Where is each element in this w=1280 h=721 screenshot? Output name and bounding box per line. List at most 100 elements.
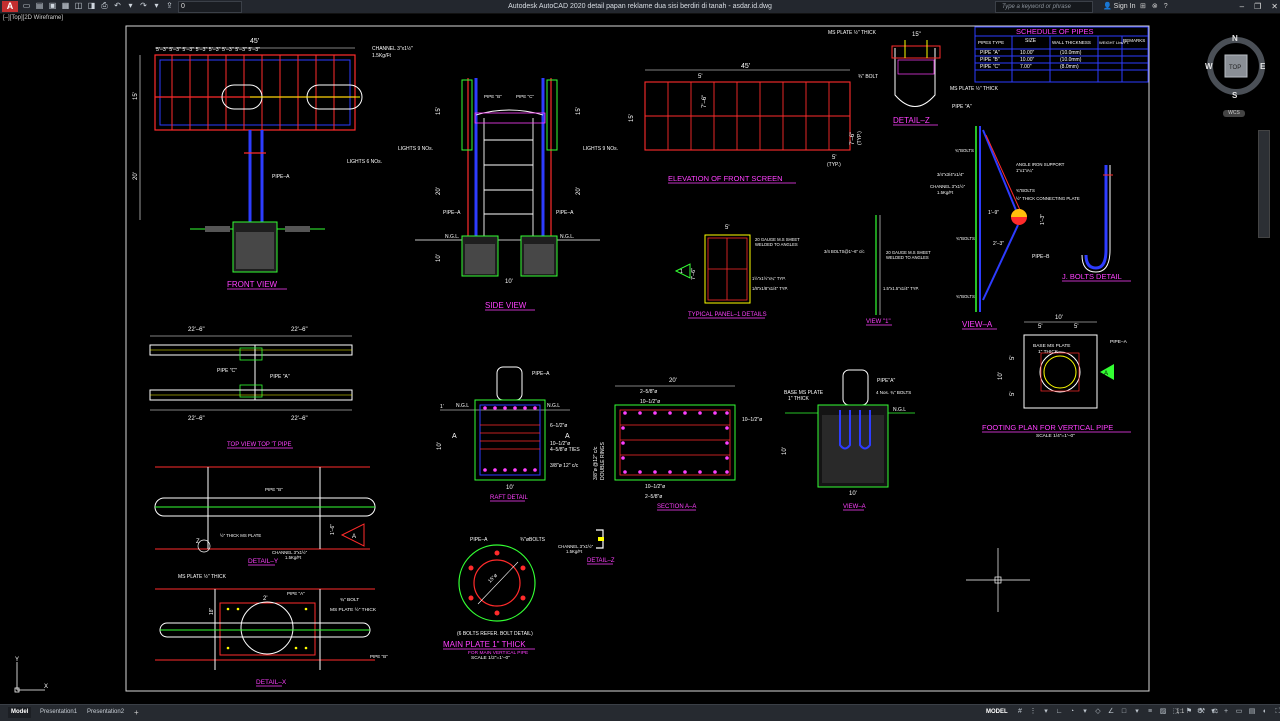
autodesk-store-icon[interactable]: ⊞ bbox=[1140, 0, 1146, 13]
grid-icon[interactable]: # bbox=[1016, 708, 1024, 716]
units-icon[interactable]: ▭ bbox=[1235, 708, 1243, 716]
view-a-title: VIEW–A bbox=[962, 320, 993, 329]
detail-z-pipe: PIPE "A" bbox=[952, 104, 972, 110]
j-bolts-detail: J. BOLTS DETAIL bbox=[1062, 165, 1131, 282]
undo-dropdown-icon[interactable]: ▾ bbox=[126, 1, 135, 10]
section-aa-dim-right: 10–1/2"ø bbox=[742, 417, 762, 423]
tab-model[interactable]: Model bbox=[8, 707, 32, 718]
elevation-dim-top: 45' bbox=[741, 63, 750, 70]
model-space-toggle[interactable]: MODEL bbox=[986, 707, 1008, 718]
footing-dim-sb: 5' bbox=[1010, 392, 1016, 396]
viewcube-north[interactable]: N bbox=[1232, 34, 1238, 43]
quick-properties-icon[interactable]: ▤ bbox=[1248, 708, 1256, 716]
typical-panel-title: TYPICAL PANEL–1 DETAILS bbox=[688, 312, 767, 318]
view-1-note2b: WELDED TO ANGLES bbox=[886, 255, 929, 260]
raft-pipe: PIPE–A bbox=[532, 371, 550, 377]
side-view-title: SIDE VIEW bbox=[485, 301, 527, 310]
section-aa-dim-top2: 2–5/8"ø bbox=[640, 389, 657, 395]
ortho-icon[interactable]: ∟ bbox=[1055, 708, 1063, 716]
annotation-scale-value[interactable]: 1:1 bbox=[1176, 707, 1184, 718]
polar-icon[interactable]: ◔ bbox=[1068, 708, 1076, 716]
schedule-row-3-type: PIPE "C" bbox=[980, 64, 1000, 70]
schedule-row-3-wall: (8.0mm) bbox=[1060, 64, 1079, 70]
lineweight-icon[interactable]: ≡ bbox=[1146, 708, 1154, 716]
clean-screen-icon[interactable]: ⛶ bbox=[1274, 708, 1280, 716]
search-input[interactable]: Type a keyword or phrase bbox=[995, 1, 1093, 13]
view-a-note-4: 3/4"x3/4"x1/4" bbox=[937, 172, 964, 177]
side-view-ngl-right: N.G.L. bbox=[560, 234, 574, 240]
window-controls: – ❐ ✕ bbox=[1240, 0, 1278, 13]
annotation-monitor-icon[interactable]: + bbox=[1222, 708, 1230, 716]
help-icon[interactable]: ? bbox=[1164, 0, 1168, 13]
raft-reinf-1: 6–1/2"ø bbox=[550, 423, 567, 429]
web-open-icon[interactable]: ◫ bbox=[74, 1, 83, 10]
detail-x-pipe: PIPE "A" bbox=[287, 591, 305, 596]
minimize-icon[interactable]: – bbox=[1240, 0, 1244, 13]
layer-dropdown[interactable]: 0 bbox=[178, 1, 242, 13]
add-layout-tab-button[interactable]: + bbox=[134, 707, 139, 718]
front-view-dim-post: 20' bbox=[133, 172, 139, 180]
tab-presentation1[interactable]: Presentation1 bbox=[37, 707, 80, 718]
top-view-t-pipe: 22'–6" 22'–6" PIPE "C" PIPE "A" 22'–6" 2… bbox=[149, 327, 353, 449]
detail-z-title: DETAIL–Z bbox=[893, 116, 930, 125]
top-view-pipe-a: PIPE "A" bbox=[270, 374, 290, 380]
viewcube-east[interactable]: E bbox=[1260, 62, 1266, 71]
footing-dim-sl: 5' bbox=[1010, 356, 1016, 360]
detail-y-plate: ½" THICK MS PLATE bbox=[220, 533, 261, 538]
drawing-canvas[interactable]: 45' 5'–3" 5'–3" 5'–3" 5'–3" 5'–3" 5'–3" … bbox=[0, 14, 1280, 704]
redo-icon[interactable]: ↷ bbox=[139, 1, 148, 10]
tab-presentation2[interactable]: Presentation2 bbox=[84, 707, 127, 718]
object-snap-icon[interactable]: □ bbox=[1120, 708, 1128, 716]
save-icon[interactable]: ▣ bbox=[48, 1, 57, 10]
restore-icon[interactable]: ❐ bbox=[1254, 0, 1261, 13]
view-a-lower: PIPE"A" BASE MS PLATE 1" THICK 4 Nos. ¾"… bbox=[782, 369, 915, 511]
section-aa-side: DOUBLE RINGS bbox=[600, 442, 606, 480]
detail-x-dim-side: 18" bbox=[209, 607, 215, 615]
save-as-icon[interactable]: ▦ bbox=[61, 1, 70, 10]
sign-in-label: Sign In bbox=[1113, 3, 1136, 10]
viewcube-west[interactable]: W bbox=[1205, 62, 1213, 71]
isolate-objects-icon[interactable]: ◐ bbox=[1261, 708, 1269, 716]
view-a-note-2: ANGLE IRON SUPPORT bbox=[1016, 162, 1065, 167]
connect-icon[interactable]: ⊗ bbox=[1152, 0, 1158, 13]
detail-x-pipe-b: PIPE "B" bbox=[370, 654, 388, 659]
close-icon[interactable]: ✕ bbox=[1271, 0, 1278, 13]
front-view-channel-weight: 1.5Kg/Ft bbox=[372, 53, 392, 59]
share-icon[interactable]: ⇪ bbox=[165, 1, 174, 10]
wcs-menu-button[interactable]: WCS bbox=[1223, 110, 1245, 117]
sign-in-button[interactable]: 👤 Sign In bbox=[1103, 0, 1135, 13]
viewcube[interactable]: TOP N S W E bbox=[1205, 32, 1267, 100]
undo-icon[interactable]: ↶ bbox=[113, 1, 122, 10]
side-view-lights-left: LIGHTS 9 NOs. bbox=[398, 146, 433, 152]
typical-panel-marker: 1 bbox=[680, 269, 683, 275]
ucs-x-label: X bbox=[44, 684, 48, 690]
navigation-bar[interactable] bbox=[1258, 130, 1270, 238]
plot-icon[interactable]: ⎙ bbox=[100, 1, 109, 10]
redo-dropdown-icon[interactable]: ▾ bbox=[152, 1, 161, 10]
autocad-logo-icon[interactable]: A bbox=[2, 1, 18, 12]
view-a-note-1: ¾"BOLTS bbox=[955, 148, 974, 153]
web-save-icon[interactable]: ◨ bbox=[87, 1, 96, 10]
side-view-pipe-left: PIPE–A bbox=[443, 210, 461, 216]
viewcube-south[interactable]: S bbox=[1232, 91, 1238, 100]
side-view-dim-base: 10' bbox=[505, 279, 513, 285]
detail-z-lower: CHANNEL 3"x1½" 1.5Kg/Ft DETAIL–Z bbox=[558, 529, 615, 565]
polar-dropdown-icon[interactable]: ▾ bbox=[1081, 708, 1089, 716]
transparency-icon[interactable]: ▨ bbox=[1159, 708, 1167, 716]
title-bar: A ▭ ▤ ▣ ▦ ◫ ◨ ⎙ ↶ ▾ ↷ ▾ ⇪ ☼ ☀ ■ 0 Autode… bbox=[0, 0, 1280, 14]
workspace-dropdown-icon[interactable]: ▾ bbox=[1209, 708, 1217, 716]
object-snap-tracking-icon[interactable]: ∠ bbox=[1107, 708, 1115, 716]
isodraft-icon[interactable]: ◇ bbox=[1094, 708, 1102, 716]
footing-marker: A bbox=[1104, 371, 1108, 377]
object-snap-dropdown-icon[interactable]: ▾ bbox=[1133, 708, 1141, 716]
front-view-dim-height: 15' bbox=[133, 92, 139, 100]
open-file-icon[interactable]: ▤ bbox=[35, 1, 44, 10]
snap-icon[interactable]: ⋮ bbox=[1029, 708, 1037, 716]
new-file-icon[interactable]: ▭ bbox=[22, 1, 31, 10]
detail-z2-title: DETAIL–Z bbox=[587, 558, 615, 564]
annotation-visibility-icon[interactable]: ⚑ bbox=[1185, 708, 1193, 716]
main-plate-bolts: ¾"øBOLTS bbox=[520, 537, 546, 543]
view-1-note1: 3/4 BOLTS@1'–6" c/c bbox=[824, 249, 864, 254]
workspace-switch-icon[interactable]: ⚙ bbox=[1196, 708, 1204, 716]
snap-dropdown-icon[interactable]: ▾ bbox=[1042, 708, 1050, 716]
